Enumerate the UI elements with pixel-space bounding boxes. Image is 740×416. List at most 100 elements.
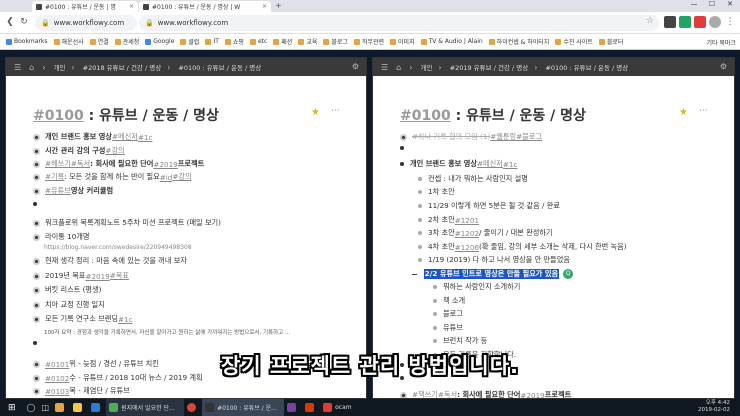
bookmark-item[interactable]: 블로그 xyxy=(323,37,348,46)
tag-link[interactable]: #블로그 xyxy=(516,132,542,142)
outline-item[interactable]: 3차 초안 #1202 / 줄이기 / 대본 완성하기 xyxy=(418,228,553,238)
extension-icon[interactable] xyxy=(664,16,676,28)
menu-icon[interactable]: ⋮ xyxy=(724,17,736,27)
tag-link[interactable]: #1201 xyxy=(455,216,479,225)
extension-icon[interactable] xyxy=(694,16,706,28)
tag-link[interactable]: #1206 xyxy=(455,243,479,252)
app-icon[interactable] xyxy=(88,399,106,416)
outline-item[interactable] xyxy=(400,146,410,150)
tag-link[interactable]: #1c xyxy=(503,160,518,169)
tag-link[interactable]: #독서 xyxy=(438,390,457,398)
new-tab-button[interactable]: + xyxy=(275,1,282,10)
bullet-icon[interactable] xyxy=(33,301,40,309)
title-tag[interactable]: #0100 xyxy=(33,108,84,124)
bullet-icon[interactable] xyxy=(33,202,37,206)
home-icon[interactable]: ⌂ xyxy=(396,63,401,72)
outline-item[interactable]: 라이통 10개명 xyxy=(33,232,90,242)
breadcrumb-item[interactable]: 개인 xyxy=(53,62,65,72)
outline-item[interactable]: 개인 브랜드 홍보 영상 #메신저 #1c xyxy=(33,132,152,142)
outline-item[interactable]: 책 소개 xyxy=(433,296,465,306)
bullet-icon[interactable] xyxy=(400,133,407,141)
breadcrumb-item[interactable]: #0100 : 유튜브 / 운동 / 명상 xyxy=(178,62,261,72)
tag-link[interactable]: #웹툰링 xyxy=(490,132,516,142)
bullet-icon[interactable] xyxy=(418,218,422,222)
more-options-icon[interactable]: ··· xyxy=(699,106,708,116)
tag-link[interactable]: #1c xyxy=(138,133,153,142)
outline-item[interactable]: 11/29 이렇게 하면 5분은 될 것 같음 / 완료 xyxy=(418,201,560,211)
address-bar-right[interactable]: 🔒 www.workflowy.com xyxy=(139,15,659,31)
bookmark-star-icon[interactable]: ☆ xyxy=(646,16,654,26)
outline-item[interactable]: 컨셉 : 내가 뭐하는 사람인지 설명 xyxy=(418,174,528,184)
outline-item[interactable]: https://blog.naver.com/swedesire/2209494… xyxy=(44,244,192,251)
tag-link[interactable]: #2019 xyxy=(85,272,109,281)
tag-link[interactable]: #1202 xyxy=(455,229,479,238)
outline-item[interactable] xyxy=(33,202,43,206)
bookmark-item[interactable]: 패션 xyxy=(273,37,292,46)
tag-link[interactable]: #독서 xyxy=(71,159,90,169)
tag-link[interactable]: #2019 xyxy=(520,391,544,399)
bullet-icon[interactable] xyxy=(418,204,422,208)
address-bar-left[interactable]: 🔒 www.workflowy.com xyxy=(35,15,137,31)
outline-item[interactable]: 유튜브 xyxy=(433,323,463,333)
outline-item[interactable]: 뭐하는 사람인지 소개하기 xyxy=(433,282,520,292)
bookmark-item[interactable]: Google xyxy=(145,38,174,45)
bookmark-item[interactable]: 하이컨셉 & 하이터치 xyxy=(488,37,549,46)
app-icon[interactable] xyxy=(284,399,302,416)
tag-link[interactable]: #0103 xyxy=(45,387,69,396)
tag-link[interactable]: #강의 xyxy=(105,146,124,156)
outline-item[interactable]: 현재 생각 정리 : 마음 속에 있는 것을 꺼내 보자 xyxy=(33,256,187,266)
outline-item[interactable]: 모든 기록 연구소 브랜딩 #1c xyxy=(33,314,133,324)
outline-item[interactable]: 워크플로위 목록계획노트 5주차 미션 프로젝트 (매일 보기) xyxy=(33,218,221,228)
browser-tab-1[interactable]: #0100 : 유튜브 / 운동 | 명 × xyxy=(32,1,138,12)
tag-link[interactable]: #2019 xyxy=(153,160,177,169)
bullet-icon[interactable] xyxy=(33,387,40,395)
bullet-icon[interactable] xyxy=(418,258,422,262)
home-icon[interactable]: ⌂ xyxy=(29,63,34,72)
outline-item[interactable]: #유튜브 영상 커리큘럼 xyxy=(33,186,113,196)
tag-link[interactable]: #메신저 xyxy=(112,132,138,142)
outline-item[interactable]: 치아 교정 진행 일지 xyxy=(33,300,105,310)
breadcrumb-item[interactable]: 개인 xyxy=(420,62,432,72)
title-tag[interactable]: #0100 xyxy=(400,108,451,124)
outline-item[interactable]: 1/19 (2019) 다 하고 나서 영상을 안 만들었음 xyxy=(418,255,570,265)
tag-link[interactable]: #메신저 xyxy=(477,159,503,169)
bullet-icon[interactable] xyxy=(33,187,40,195)
page-title[interactable]: #0100 : 유튜브 / 운동 / 명상 xyxy=(33,105,219,125)
bullet-icon[interactable] xyxy=(400,162,404,166)
start-button[interactable]: ⊞ xyxy=(0,399,24,416)
app-icon[interactable] xyxy=(302,399,320,416)
bookmark-item[interactable]: 이미지 xyxy=(390,37,415,46)
bullet-icon[interactable] xyxy=(33,257,40,265)
bullet-icon[interactable] xyxy=(433,326,437,330)
tag-link[interactable]: #기록 xyxy=(45,172,64,182)
bullet-icon[interactable] xyxy=(400,391,407,398)
close-window-button[interactable]: ✕ xyxy=(722,0,738,8)
outline-item[interactable]: 1차 초안 xyxy=(418,187,455,197)
bullet-icon[interactable] xyxy=(33,133,40,141)
outline-item[interactable]: 4차 초안 #1206 (확 줄임, 강의 세부 소개는 삭제, 다시 한번 녹… xyxy=(418,242,627,252)
tag-link[interactable]: #강의 xyxy=(172,172,191,182)
outline-item[interactable]: 개인 브랜드 홍보 영상 #메신저 #1c xyxy=(400,159,517,169)
bullet-icon[interactable] xyxy=(418,177,422,181)
close-tab-icon[interactable]: × xyxy=(258,3,267,10)
bookmark-item[interactable]: 직무관련 xyxy=(353,37,384,46)
bullet-icon[interactable] xyxy=(33,272,40,280)
bullet-icon[interactable] xyxy=(33,147,40,155)
bullet-icon[interactable] xyxy=(418,190,422,194)
outline-item[interactable]: 2차 초안 #1201 xyxy=(418,215,479,225)
bullet-icon[interactable] xyxy=(33,219,40,227)
bookmark-item[interactable]: 해운선사 xyxy=(53,37,84,46)
outline-item[interactable]: −2/2 유튜브 인트로 영상은 만들 필요가 있음 Q xyxy=(411,269,574,279)
bookmark-item[interactable]: 블로터 xyxy=(598,37,623,46)
more-options-icon[interactable]: ··· xyxy=(331,106,340,116)
profile-avatar[interactable] xyxy=(709,16,721,28)
link-text[interactable]: https://blog.naver.com/swedesire/2209494… xyxy=(44,244,192,251)
search-icon[interactable]: ◯ xyxy=(24,399,39,416)
star-icon[interactable]: ★ xyxy=(679,107,688,118)
reload-icon[interactable]: ↻ xyxy=(18,17,30,27)
minimize-button[interactable]: — xyxy=(686,0,702,8)
outline-item[interactable]: #헤쓰기 #독서 : 회사에 필요한 단어 #2019 프로젝트 xyxy=(33,159,204,169)
bookmark-item[interactable]: IT xyxy=(205,38,219,45)
bookmark-item[interactable]: etc xyxy=(249,38,267,45)
outline-item[interactable]: 블로그 xyxy=(433,309,463,319)
